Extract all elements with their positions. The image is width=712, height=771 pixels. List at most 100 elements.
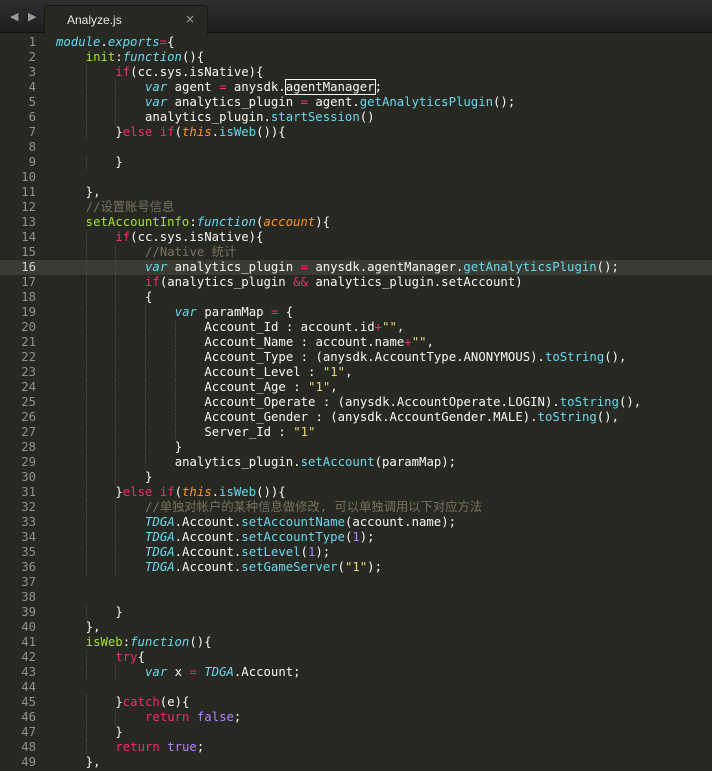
code-line[interactable]: 23 Account_Level : "1", (0, 365, 712, 380)
code-token: ); (359, 530, 375, 544)
code-line[interactable]: 44 (0, 680, 712, 695)
line-number: 42 (21, 650, 36, 664)
indent-guide (115, 710, 117, 725)
code-line[interactable]: 13 setAccountInfo:function(account){ (0, 215, 712, 230)
indent-guide (115, 365, 117, 380)
code-token: setAccountName (241, 515, 345, 529)
indent-guide (115, 545, 117, 560)
code-token: TDGA (145, 530, 175, 544)
code-line[interactable]: 37 (0, 575, 712, 590)
code-token: getAnalyticsPlugin (359, 95, 494, 109)
close-icon[interactable]: × (185, 12, 195, 26)
indent-guide (115, 440, 117, 455)
code-line[interactable]: 33 TDGA.Account.setAccountName(account.na… (0, 515, 712, 530)
code-line[interactable]: 1 module.exports={ (0, 35, 712, 50)
code-line[interactable]: 9} (0, 155, 712, 170)
code-line[interactable]: 5 var analytics_plugin = agent.getAnalyti… (0, 95, 712, 110)
code-line[interactable]: 41 isWeb:function(){ (0, 635, 712, 650)
indent-guide (115, 395, 117, 410)
code-line[interactable]: 4 var agent = anysdk.agentManager; (0, 80, 712, 95)
indent-guide (174, 350, 176, 365)
indent-guide (85, 440, 87, 455)
code-line[interactable]: 18 { (0, 290, 712, 305)
code-line[interactable]: 49}, (0, 755, 712, 770)
code-token: var (145, 95, 168, 109)
code-line[interactable]: 34 TDGA.Account.setAccountType(1); (0, 530, 712, 545)
tab-nav-arrows-icon[interactable]: ◀ ▶ (10, 10, 39, 23)
indent-guide (174, 410, 176, 425)
code-line[interactable]: 38 (0, 590, 712, 605)
code-line[interactable]: 26 Account_Gender : (anysdk.AccountGender… (0, 410, 712, 425)
indent-guide (85, 65, 87, 80)
code-line[interactable]: 39} (0, 605, 712, 620)
indent-guide (85, 335, 87, 350)
code-line[interactable]: 7}else if(this.isWeb()){ (0, 125, 712, 140)
code-line[interactable]: 45}catch(e){ (0, 695, 712, 710)
tab-analyze-js[interactable]: Analyze.js × (44, 5, 208, 34)
code-text: var analytics_plugin = agent.getAnalytic… (145, 95, 515, 110)
indent-guide (115, 515, 117, 530)
indent-guide (115, 425, 117, 440)
code-token: setAccountInfo (85, 215, 190, 229)
code-token: (paramMap); (374, 455, 457, 469)
line-number: 40 (21, 620, 36, 634)
code-text: return false; (145, 710, 241, 725)
indent-guide (85, 650, 87, 665)
code-line[interactable]: 10 (0, 170, 712, 185)
code-line[interactable]: 6 analytics_plugin.startSession() (0, 110, 712, 125)
code-line[interactable]: 22 Account_Type : (anysdk.AccountType.ANO… (0, 350, 712, 365)
indent-guide (85, 320, 87, 335)
code-line[interactable]: 24 Account_Age : "1", (0, 380, 712, 395)
code-line[interactable]: 32 //单独对帐户的某种信息做修改, 可以单独调用以下对应方法 (0, 500, 712, 515)
code-line[interactable]: 8 (0, 140, 712, 155)
code-line[interactable]: 36 TDGA.Account.setGameServer("1"); (0, 560, 712, 575)
code-text: var agent = anysdk.agentManager; (145, 80, 382, 95)
code-line[interactable]: 46 return false; (0, 710, 712, 725)
code-line[interactable]: 2 init:function(){ (0, 50, 712, 65)
code-line[interactable]: 15 //Native 统计 (0, 245, 712, 260)
code-line[interactable]: 48 return true; (0, 740, 712, 755)
code-line[interactable]: 31}else if(this.isWeb()){ (0, 485, 712, 500)
code-line[interactable]: 19 var paramMap = { (0, 305, 712, 320)
code-line[interactable]: 25 Account_Operate : (anysdk.AccountOpera… (0, 395, 712, 410)
indent-guide (145, 365, 147, 380)
code-text: Server_Id : "1" (204, 425, 315, 440)
code-token: TDGA (145, 560, 175, 574)
code-text: TDGA.Account.setAccountName(account.name… (145, 515, 456, 530)
line-number: 9 (28, 155, 36, 169)
code-token: (); (493, 95, 516, 109)
code-line[interactable]: 42 try{ (0, 650, 712, 665)
code-line[interactable]: 3 if(cc.sys.isNative){ (0, 65, 712, 80)
code-token: function (122, 50, 182, 64)
code-line[interactable]: 35 TDGA.Account.setLevel(1); (0, 545, 712, 560)
line-number: 28 (21, 440, 36, 454)
code-token: } (115, 485, 123, 499)
code-line[interactable]: 28} (0, 440, 712, 455)
code-line[interactable]: 47} (0, 725, 712, 740)
code-line[interactable]: 30} (0, 470, 712, 485)
code-line[interactable]: 43 var x = TDGA.Account; (0, 665, 712, 680)
code-line[interactable]: 21 Account_Name : account.name+"", (0, 335, 712, 350)
line-number: 26 (21, 410, 36, 424)
code-line[interactable]: 11}, (0, 185, 712, 200)
code-line[interactable]: 40}, (0, 620, 712, 635)
code-line[interactable]: 16 var analytics_plugin = anysdk.agentMan… (0, 260, 712, 275)
code-line[interactable]: 17 if(analytics_plugin && analytics_plugi… (0, 275, 712, 290)
line-number: 44 (21, 680, 36, 694)
code-line[interactable]: 20 Account_Id : account.id+"", (0, 320, 712, 335)
code-token: getAnalyticsPlugin (463, 260, 597, 274)
code-token: (cc.sys.isNative){ (130, 65, 264, 79)
line-number: 39 (21, 605, 36, 619)
code-token: toString (559, 395, 619, 409)
indent-guide (115, 455, 117, 470)
code-token: (account.name); (344, 515, 457, 529)
code-line[interactable]: 29 analytics_plugin.setAccount(paramMap); (0, 455, 712, 470)
code-line[interactable]: 27 Server_Id : "1" (0, 425, 712, 440)
code-token: if (145, 275, 160, 289)
code-text: { (145, 290, 152, 305)
code-token: ( (174, 125, 183, 139)
code-text: var analytics_plugin = anysdk.agentManag… (145, 260, 619, 275)
code-token: if (159, 485, 175, 499)
code-line[interactable]: 14 if(cc.sys.isNative){ (0, 230, 712, 245)
code-line[interactable]: 12 //设置账号信息 (0, 200, 712, 215)
